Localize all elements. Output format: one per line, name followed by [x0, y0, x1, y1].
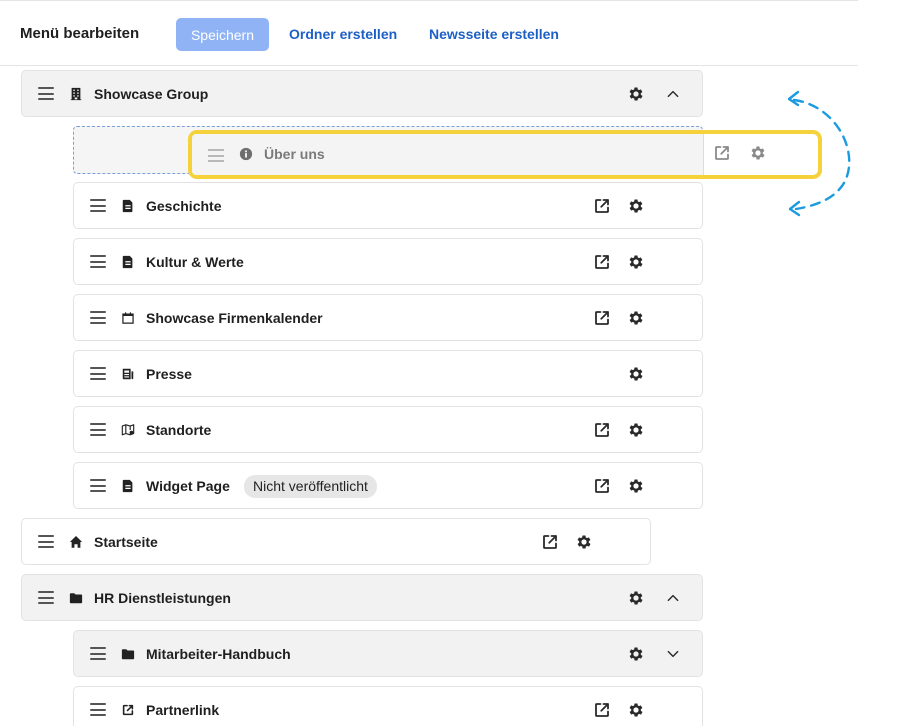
menu-item-label: Startseite — [94, 534, 158, 550]
home-icon — [69, 534, 83, 550]
folder-icon — [121, 646, 135, 662]
gear-icon[interactable] — [575, 533, 593, 551]
calendar-icon — [121, 310, 135, 326]
building-icon — [69, 86, 83, 102]
menu-item-widget-page[interactable]: Widget Page Nicht veröffentlicht — [73, 462, 703, 509]
menu-item-kultur[interactable]: Kultur & Werte — [73, 238, 703, 285]
drag-handle-icon[interactable] — [90, 423, 106, 436]
drag-handle-icon[interactable] — [90, 255, 106, 268]
menu-group-mitarbeiter-handbuch[interactable]: Mitarbeiter-Handbuch — [73, 630, 703, 677]
dragged-item-body: Über uns — [192, 134, 704, 175]
page-title: Menü bearbeiten — [20, 25, 140, 42]
external-link-icon[interactable] — [593, 421, 611, 439]
gear-icon[interactable] — [627, 197, 645, 215]
menu-item-label: Mitarbeiter-Handbuch — [146, 646, 291, 662]
page-icon — [121, 254, 135, 270]
external-link-icon[interactable] — [541, 533, 559, 551]
drag-handle-icon[interactable] — [90, 199, 106, 212]
menu-item-label: Über uns — [264, 146, 325, 162]
gear-icon[interactable] — [627, 701, 645, 719]
external-link-icon[interactable] — [593, 309, 611, 327]
dragged-menu-item[interactable]: Über uns — [188, 130, 822, 179]
menu-group-hr-dienstleistungen[interactable]: HR Dienstleistungen — [21, 574, 703, 621]
drag-handle-icon[interactable] — [90, 311, 106, 324]
gear-icon[interactable] — [627, 421, 645, 439]
gear-icon[interactable] — [749, 144, 767, 162]
gear-icon[interactable] — [627, 309, 645, 327]
folder-icon — [69, 590, 83, 606]
gear-icon[interactable] — [627, 477, 645, 495]
external-link-icon — [121, 702, 135, 718]
external-link-icon[interactable] — [593, 477, 611, 495]
menu-group-showcase[interactable]: Showcase Group — [21, 70, 703, 117]
gear-icon[interactable] — [627, 253, 645, 271]
drag-handle-icon[interactable] — [38, 87, 54, 100]
gear-icon[interactable] — [627, 645, 645, 663]
gear-icon[interactable] — [627, 589, 645, 607]
page-icon — [121, 198, 135, 214]
menu-item-label: Showcase Group — [94, 86, 209, 102]
menu-item-label: Geschichte — [146, 198, 222, 214]
external-link-icon[interactable] — [593, 197, 611, 215]
menu-item-presse[interactable]: Presse — [73, 350, 703, 397]
external-link-icon[interactable] — [593, 701, 611, 719]
info-circle-icon — [239, 147, 253, 161]
chevron-down-icon[interactable] — [664, 647, 682, 661]
menu-item-partnerlink[interactable]: Partnerlink — [73, 686, 703, 726]
gear-icon[interactable] — [627, 365, 645, 383]
external-link-icon[interactable] — [713, 144, 731, 162]
reorder-hint-arrow-icon — [787, 90, 851, 217]
menu-item-label: Widget Page — [146, 478, 230, 494]
drag-handle-icon[interactable] — [208, 149, 224, 162]
drag-handle-icon[interactable] — [90, 367, 106, 380]
page-icon — [121, 478, 135, 494]
chevron-up-icon[interactable] — [664, 87, 682, 101]
create-news-page-button[interactable]: Newsseite erstellen — [429, 26, 559, 42]
menu-item-label: Kultur & Werte — [146, 254, 244, 270]
menu-item-firmenkalender[interactable]: Showcase Firmenkalender — [73, 294, 703, 341]
drag-handle-icon[interactable] — [38, 535, 54, 548]
chevron-up-icon[interactable] — [664, 591, 682, 605]
menu-item-label: Partnerlink — [146, 702, 220, 718]
map-icon — [121, 422, 135, 438]
menu-item-geschichte[interactable]: Geschichte — [73, 182, 703, 229]
create-folder-button[interactable]: Ordner erstellen — [289, 26, 397, 42]
menu-item-label: Presse — [146, 366, 192, 382]
menu-item-startseite[interactable]: Startseite — [21, 518, 651, 565]
menu-item-label: Standorte — [146, 422, 212, 438]
menu-item-standorte[interactable]: Standorte — [73, 406, 703, 453]
drag-handle-icon[interactable] — [38, 591, 54, 604]
newspaper-icon — [121, 366, 135, 382]
drag-handle-icon[interactable] — [90, 703, 106, 716]
menu-editor-toolbar: Menü bearbeiten Speichern Ordner erstell… — [0, 0, 858, 66]
drag-handle-icon[interactable] — [90, 479, 106, 492]
unpublished-badge: Nicht veröffentlicht — [244, 475, 377, 498]
save-button[interactable]: Speichern — [176, 18, 269, 51]
menu-item-label: HR Dienstleistungen — [94, 590, 231, 606]
drag-handle-icon[interactable] — [90, 647, 106, 660]
gear-icon[interactable] — [627, 85, 645, 103]
external-link-icon[interactable] — [593, 253, 611, 271]
menu-item-label: Showcase Firmenkalender — [146, 310, 323, 326]
